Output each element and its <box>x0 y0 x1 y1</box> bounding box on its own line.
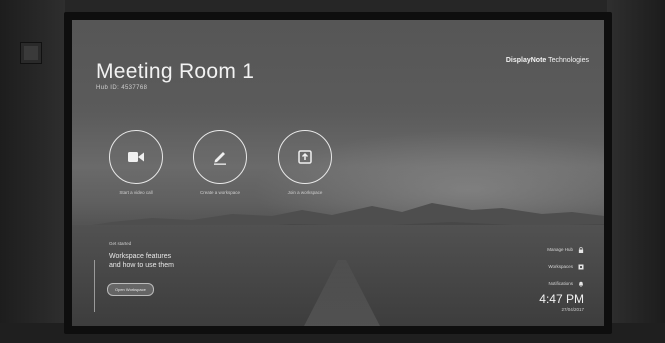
wall-switch <box>20 42 42 64</box>
wall-right <box>607 0 665 343</box>
side-item-manage-hub[interactable]: Manage Hub <box>547 241 584 258</box>
join-workspace-button[interactable]: Join a workspace <box>265 130 345 195</box>
create-workspace-circle[interactable] <box>193 130 247 184</box>
lock-icon <box>578 246 584 253</box>
start-video-call-label: Start a video call <box>119 190 153 195</box>
clock-date: 27/04/2017 <box>561 307 584 312</box>
bell-icon <box>579 281 583 287</box>
side-item-label: Manage Hub <box>547 247 573 252</box>
start-video-call-circle[interactable] <box>109 130 163 184</box>
side-item-label: Notifications <box>548 281 573 286</box>
side-item-label: Workspaces <box>548 264 573 269</box>
tip-kicker: Get started <box>109 241 132 246</box>
tip-divider <box>94 260 95 312</box>
brand-name-bold: DisplayNote <box>505 57 547 64</box>
pen-icon <box>214 152 226 165</box>
join-workspace-circle[interactable] <box>278 130 332 184</box>
start-video-call-button[interactable]: Start a video call <box>96 130 176 195</box>
room-title: Meeting Room 1 <box>96 60 255 83</box>
side-item-notifications[interactable]: Notifications <box>547 275 584 292</box>
display-screen: Meeting Room 1 Hub ID: 4537768 DisplayNo… <box>72 20 604 326</box>
brand-name-rest: Technologies <box>546 57 589 64</box>
open-workspace-button[interactable]: Open Workspace <box>107 283 154 296</box>
create-workspace-label: Create a workspace <box>199 190 241 195</box>
clock-time: 4:47 PM <box>539 292 584 306</box>
tip-title: Workspace features and how to use them <box>109 252 174 270</box>
join-arrow-icon <box>298 150 312 164</box>
video-camera-icon <box>128 152 144 162</box>
join-workspace-label: Join a workspace <box>287 190 323 195</box>
side-menu: Manage Hub Workspaces Notifications <box>547 241 584 292</box>
hub-id: Hub ID: 4537768 <box>96 85 148 91</box>
square-icon <box>578 264 584 269</box>
create-workspace-button[interactable]: Create a workspace <box>180 130 260 195</box>
side-item-workspaces[interactable]: Workspaces <box>547 258 584 275</box>
brand-logo: DisplayNote Technologies <box>506 57 589 64</box>
tip-title-line-2: and how to use them <box>109 262 174 269</box>
tip-title-line-1: Workspace features <box>109 253 172 260</box>
